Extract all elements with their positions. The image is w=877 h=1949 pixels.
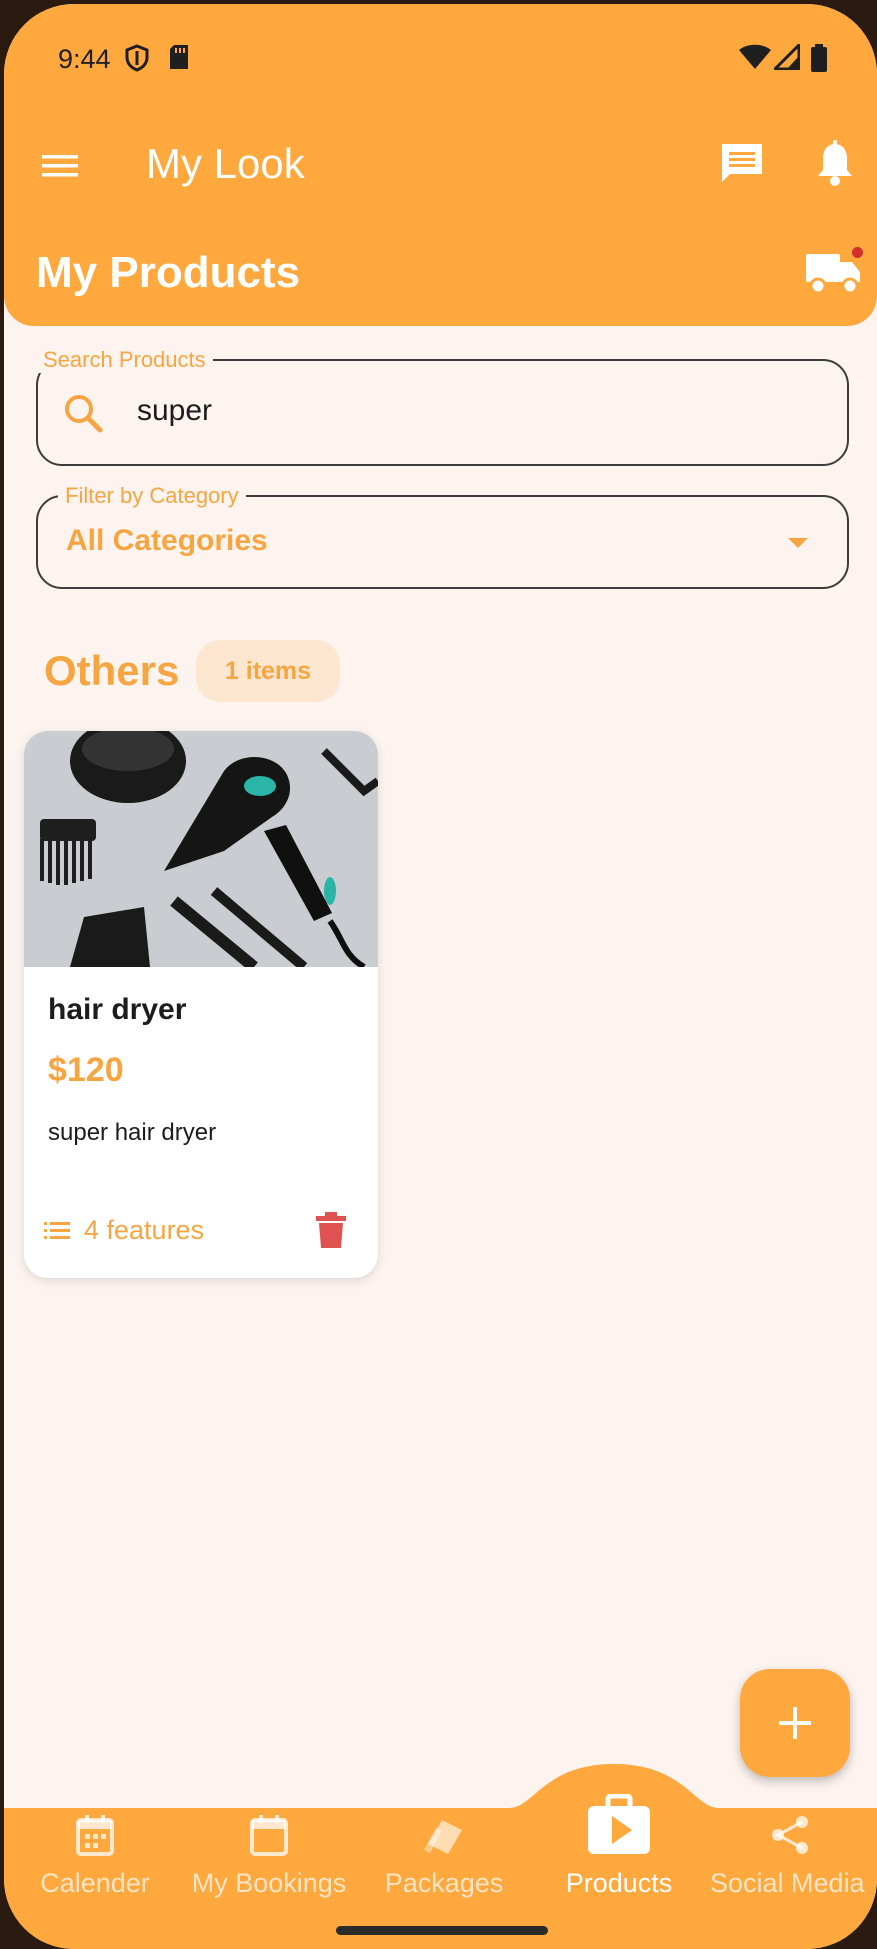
device-frame: 9:44 My Look My Products Search Products… <box>0 0 877 1949</box>
dropdown-arrow-icon[interactable] <box>784 534 812 552</box>
nav-label-products: Products <box>565 1868 673 1898</box>
status-bar: 9:44 <box>4 4 877 114</box>
product-features-count[interactable]: 4 features <box>84 1215 204 1246</box>
page-title: My Products <box>36 248 301 297</box>
notifications-button[interactable] <box>812 138 858 190</box>
category-filter-value[interactable]: All Categories <box>66 524 268 558</box>
delete-product-button[interactable] <box>315 1211 347 1249</box>
battery-icon <box>811 44 827 72</box>
search-input-label: Search Products <box>36 347 213 373</box>
search-input-value[interactable]: super <box>137 394 212 428</box>
category-filter-label: Filter by Category <box>58 483 246 509</box>
app-title: My Look <box>146 140 305 187</box>
share-icon <box>772 1816 808 1854</box>
status-time: 9:44 <box>58 44 111 74</box>
cellular-signal-icon <box>774 44 800 70</box>
shield-status-icon <box>125 44 149 72</box>
nav-label-my-bookings: My Bookings <box>191 1868 347 1898</box>
bell-icon <box>818 140 852 186</box>
product-card[interactable]: hair dryer $120 super hair dryer 4 featu… <box>24 731 378 1278</box>
calendar-icon <box>76 1815 114 1856</box>
sd-card-icon <box>170 45 188 69</box>
list-icon <box>44 1222 70 1239</box>
home-indicator[interactable] <box>336 1926 548 1935</box>
trash-icon <box>316 1212 346 1248</box>
wifi-icon <box>739 44 771 69</box>
delivery-badge-dot <box>852 247 863 258</box>
messages-button[interactable] <box>716 138 768 190</box>
nav-label-calender: Calender <box>40 1868 150 1898</box>
item-count-badge: 1 items <box>196 640 340 702</box>
hamburger-menu-icon <box>42 155 78 177</box>
product-name: hair dryer <box>48 993 187 1026</box>
product-image <box>24 731 378 967</box>
calendar-blank-icon <box>250 1815 288 1856</box>
category-section-title: Others <box>44 647 180 694</box>
chat-message-icon <box>722 144 762 182</box>
packages-icon <box>424 1820 462 1854</box>
nav-label-packages: Packages <box>384 1868 504 1898</box>
app-screen: 9:44 My Look My Products Search Products… <box>4 4 877 1949</box>
shopping-bag-play-icon <box>588 1794 650 1854</box>
app-header: 9:44 My Look My Products <box>4 4 877 326</box>
nav-label-social-media: Social Media <box>710 1868 865 1898</box>
search-icon <box>65 395 103 433</box>
menu-button[interactable] <box>40 146 80 186</box>
product-description: super hair dryer <box>48 1119 217 1146</box>
product-price: $120 <box>48 1051 124 1089</box>
